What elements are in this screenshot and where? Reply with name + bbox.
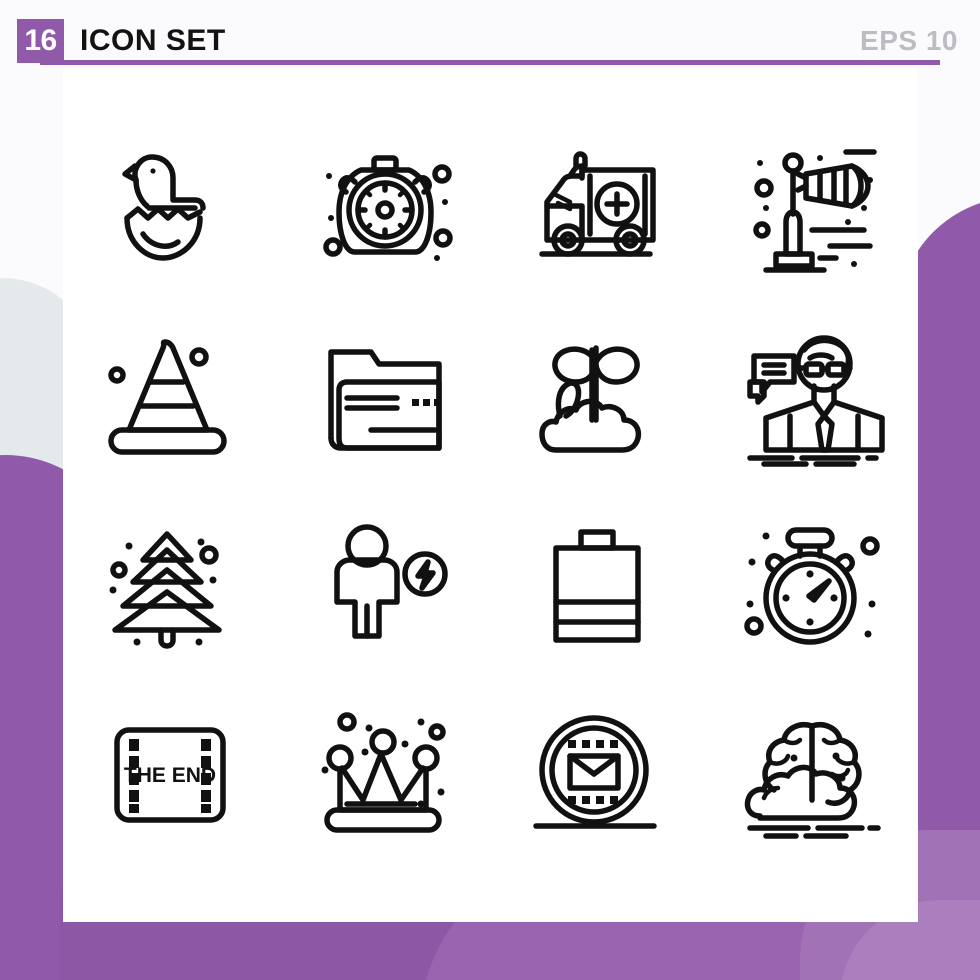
- crown-icon: [321, 712, 446, 833]
- icon-cell-christmas-tree[interactable]: [63, 490, 277, 680]
- icon-grid: THE END: [63, 110, 918, 870]
- icon-cell-timer-compass[interactable]: [704, 490, 918, 680]
- film-caption: THE END: [124, 764, 216, 787]
- eps-version-label: EPS 10: [860, 25, 958, 56]
- icon-cell-traffic-cone[interactable]: [63, 300, 277, 490]
- icon-cell-consultant-person[interactable]: [704, 300, 918, 490]
- icon-count-badge: 16: [17, 19, 64, 63]
- icon-cell-windsock[interactable]: [704, 110, 918, 300]
- cloud-brain-icon: [744, 722, 881, 839]
- header-divider: [40, 60, 940, 65]
- timer-compass-icon: [744, 527, 880, 645]
- icon-cell-cloud-brain[interactable]: [704, 680, 918, 870]
- icon-cell-stopwatch-dial[interactable]: [277, 110, 491, 300]
- stopwatch-dial-icon: [322, 155, 453, 261]
- sprout-plant-icon: [539, 345, 642, 453]
- consultant-person-icon: [747, 335, 885, 467]
- person-energy-icon: [333, 524, 448, 639]
- traffic-cone-icon: [108, 339, 227, 455]
- battery-icon: [553, 529, 642, 643]
- ambulance-icon: [539, 151, 657, 257]
- film-the-end-icon: THE END: [114, 727, 226, 823]
- icon-cell-battery[interactable]: [491, 490, 705, 680]
- icon-cell-person-energy[interactable]: [277, 490, 491, 680]
- chick-hatching-egg-icon: [122, 154, 206, 261]
- icon-cell-ambulance[interactable]: [491, 110, 705, 300]
- windsock-icon: [753, 149, 877, 273]
- icon-cell-folder-browser[interactable]: [277, 300, 491, 490]
- folder-browser-icon: [327, 349, 442, 451]
- icon-cell-email-circle[interactable]: [491, 680, 705, 870]
- icon-cell-crown[interactable]: [277, 680, 491, 870]
- christmas-tree-icon: [109, 531, 222, 649]
- icon-cell-film-the-end[interactable]: THE END: [63, 680, 277, 870]
- page-title: ICON SET: [80, 24, 226, 57]
- icon-cell-chick-hatching-egg[interactable]: [63, 110, 277, 300]
- icon-cell-sprout-plant[interactable]: [491, 300, 705, 490]
- icon-set-canvas: 16 ICON SET EPS 10 THE END: [0, 0, 980, 980]
- email-circle-icon: [533, 715, 658, 829]
- sheet-header: 16 ICON SET EPS 10: [0, 0, 980, 69]
